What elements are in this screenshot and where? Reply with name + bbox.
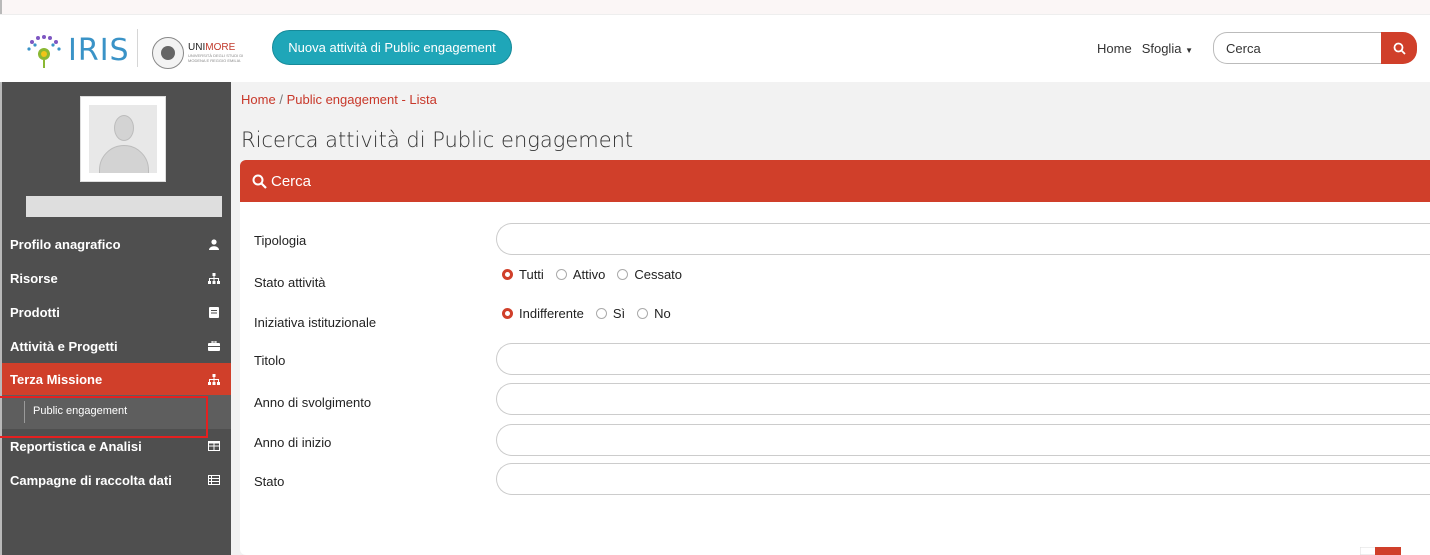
main-content: Home / Public engagement - Lista Ricerca… [231,82,1430,555]
search-input[interactable]: Cerca [1213,32,1381,64]
stato-label: Stato [254,474,285,489]
sidebar-item-attivita[interactable]: Attività e Progetti [2,329,231,363]
breadcrumb: Home / Public engagement - Lista [241,92,437,107]
table-icon [208,440,220,452]
nav-browse-dropdown[interactable]: Sfoglia ▼ [1142,41,1193,56]
iniziativa-radio-group: Indifferente Sì No [502,306,683,321]
logo-divider [137,29,138,67]
radio-si[interactable]: Sì [595,306,625,321]
user-name-placeholder [26,196,222,217]
radio-no[interactable]: No [637,306,671,321]
sitemap-icon [208,272,220,284]
titolo-field[interactable] [496,343,1430,375]
top-strip [0,0,1430,14]
search-button[interactable] [1381,32,1417,64]
breadcrumb-home-link[interactable]: Home [241,92,276,107]
search-card: Cerca Tipologia Stato attività Tutti Att… [240,160,1430,555]
university-seal-icon [152,37,184,69]
stato-field[interactable] [496,463,1430,495]
iris-logo-icon [26,34,62,68]
radio-indifferente[interactable]: Indifferente [502,306,584,321]
avatar [80,96,166,182]
tipologia-field[interactable] [496,223,1430,255]
breadcrumb-current[interactable]: Public engagement - Lista [287,92,437,107]
search-card-header[interactable]: Cerca [240,160,1430,202]
pagination-partial [1360,547,1401,555]
list-icon [208,474,220,486]
unimore-subtitle: UNIVERSITÀ DEGLI STUDI DI MODENA E REGGI… [188,53,244,63]
book-icon [208,306,220,318]
radio-cessato[interactable]: Cessato [617,267,682,282]
sitemap-icon [208,373,220,385]
sidebar-item-prodotti[interactable]: Prodotti [2,295,231,329]
sidebar-item-profilo[interactable]: Profilo anagrafico [2,227,231,261]
tipologia-label: Tipologia [254,233,307,248]
top-nav: Home Sfoglia ▼ [1097,41,1193,56]
anno-inizio-field[interactable] [496,424,1430,456]
sidebar-item-terza-missione[interactable]: Terza Missione [2,363,231,395]
stato-attivita-radio-group: Tutti Attivo Cessato [502,267,694,282]
sidebar-item-risorse[interactable]: Risorse [2,261,231,295]
briefcase-icon [208,340,220,352]
iris-logo[interactable]: IRIS [26,33,130,68]
sidebar-item-campagne[interactable]: Campagne di raccolta dati [2,463,231,497]
stato-attivita-label: Stato attività [254,275,326,290]
radio-tutti[interactable]: Tutti [502,267,544,282]
search-icon [1393,42,1406,55]
iris-logo-text: IRIS [68,33,130,68]
new-activity-button[interactable]: Nuova attività di Public engagement [272,30,512,65]
iniziativa-label: Iniziativa istituzionale [254,315,377,330]
selection-highlight [0,396,208,438]
header: IRIS UNIMORE UNIVERSITÀ DEGLI STUDI DI M… [0,14,1430,82]
titolo-label: Titolo [254,353,286,368]
user-icon [208,238,220,250]
search-icon [252,174,267,189]
nav-home-link[interactable]: Home [1097,41,1132,56]
sidebar: Profilo anagrafico Risorse Prodotti Atti… [2,82,231,555]
anno-inizio-label: Anno di inizio [254,435,332,450]
radio-attivo[interactable]: Attivo [555,267,605,282]
unimore-name: UNIMORE [188,42,236,53]
sidebar-menu: Profilo anagrafico Risorse Prodotti Atti… [2,227,231,497]
anno-svolgimento-label: Anno di svolgimento [254,395,372,410]
caret-down-icon: ▼ [1185,46,1193,55]
page-title: Ricerca attività di Public engagement [241,128,634,152]
unimore-logo: UNIMORE UNIVERSITÀ DEGLI STUDI DI MODENA… [152,37,250,69]
anno-svolgimento-field[interactable] [496,383,1430,415]
